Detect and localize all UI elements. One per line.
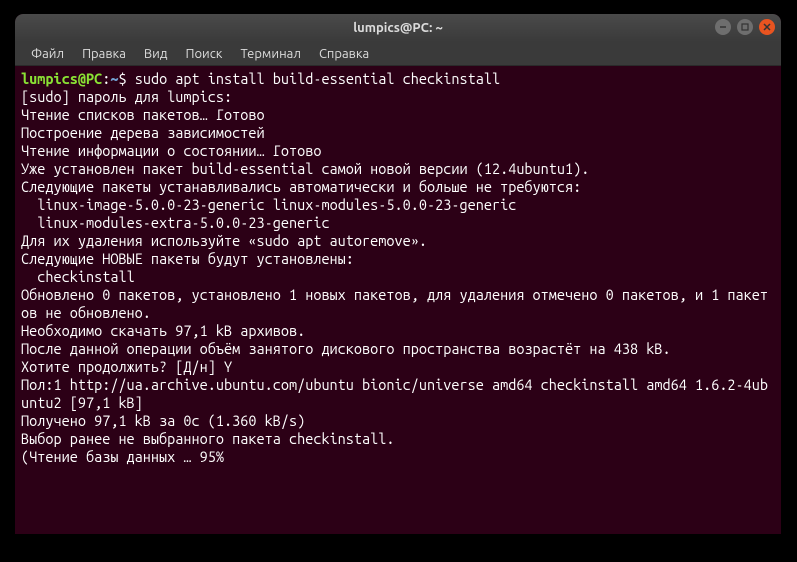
close-icon	[763, 23, 771, 31]
output-line: [sudo] пароль для lumpics:	[21, 88, 232, 105]
minimize-button[interactable]	[715, 19, 731, 35]
window-controls	[715, 19, 775, 35]
close-button[interactable]	[759, 19, 775, 35]
maximize-button[interactable]	[737, 19, 753, 35]
titlebar[interactable]: lumpics@PC: ~	[15, 14, 781, 42]
minimize-icon	[719, 23, 727, 31]
output-line: Для их удаления используйте «sudo apt au…	[21, 232, 427, 249]
output-line: Чтение информации о состоянии… Готово	[21, 142, 321, 159]
terminal-content[interactable]: lumpics@PC:~$ sudo apt install build-ess…	[15, 66, 781, 534]
output-line: Следующие НОВЫЕ пакеты будут установлены…	[21, 250, 354, 267]
output-line: Хотите продолжить? [Д/н] Y	[21, 358, 232, 375]
menu-terminal[interactable]: Терминал	[232, 45, 308, 63]
output-line: linux-image-5.0.0-23-generic linux-modul…	[21, 196, 516, 213]
output-line: Обновлено 0 пакетов, установлено 1 новых…	[21, 286, 768, 321]
command-text: sudo apt install build-essential checkin…	[135, 70, 500, 87]
output-line: Пол:1 http://ua.archive.ubuntu.com/ubunt…	[21, 376, 768, 411]
output-line: checkinstall	[21, 268, 135, 285]
output-line: Следующие пакеты устанавливались автомат…	[21, 178, 581, 195]
menubar: Файл Правка Вид Поиск Терминал Справка	[15, 42, 781, 66]
output-line: Чтение списков пакетов… Готово	[21, 106, 265, 123]
output-line: Выбор ранее не выбранного пакета checkin…	[21, 430, 395, 447]
menu-help[interactable]: Справка	[311, 45, 377, 63]
menu-file[interactable]: Файл	[23, 45, 72, 63]
output-line: Необходимо скачать 97,1 kB архивов.	[21, 322, 305, 339]
menu-edit[interactable]: Правка	[74, 45, 134, 63]
output-line: После данной операции объём занятого дис…	[21, 340, 671, 357]
window-title: lumpics@PC: ~	[353, 21, 443, 35]
output-line: linux-modules-extra-5.0.0-23-generic	[21, 214, 330, 231]
menu-view[interactable]: Вид	[136, 45, 176, 63]
terminal-window: lumpics@PC: ~ Файл Правка Вид Поиск Терм…	[15, 14, 781, 534]
prompt-user-host: lumpics@PC	[21, 70, 102, 87]
output-line: Уже установлен пакет build-essential сам…	[21, 160, 589, 177]
output-line: Получено 97,1 kB за 0с (1.360 kB/s)	[21, 412, 305, 429]
output-line: (Чтение базы данных … 95%	[21, 448, 224, 465]
prompt-sep2: $	[118, 70, 134, 87]
menu-search[interactable]: Поиск	[177, 45, 230, 63]
maximize-icon	[741, 23, 749, 31]
output-line: Построение дерева зависимостей	[21, 124, 265, 141]
